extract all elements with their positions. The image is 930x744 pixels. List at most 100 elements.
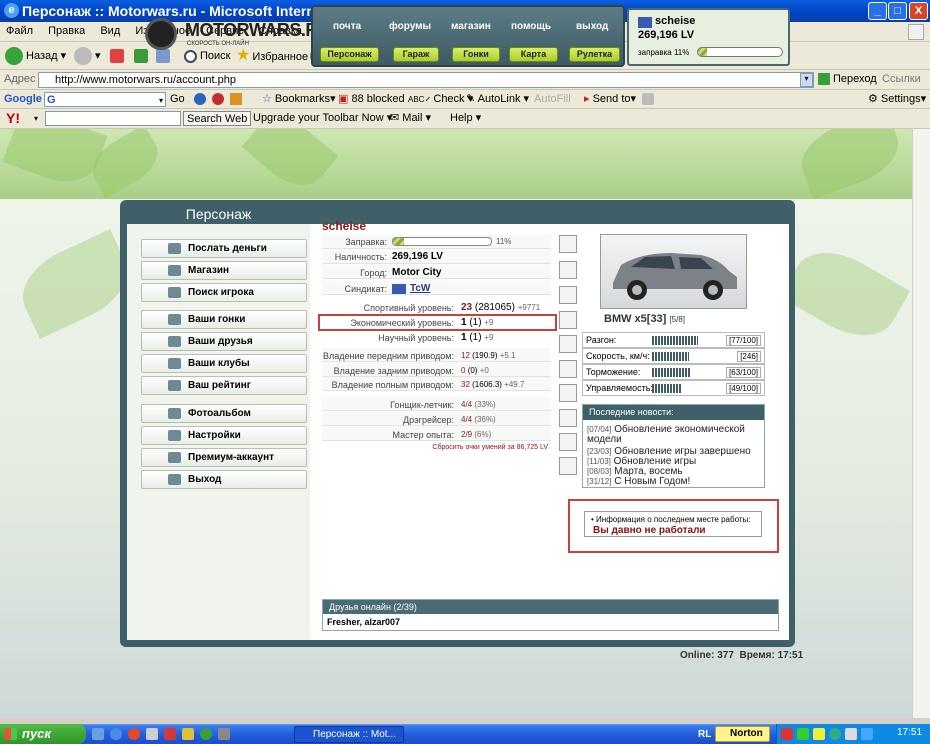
google-go-button[interactable]: Go xyxy=(170,92,185,107)
car-name[interactable]: BMW x5[33] [5/8] xyxy=(604,313,685,325)
sidebar-your-rating[interactable]: Ваш рейтинг xyxy=(141,376,307,395)
site-logo[interactable]: MOTORWARS.RU СКОРОСТЬ ОН-ЛАЙН xyxy=(145,14,331,54)
work-info-box: • Информация о последнем месте работы: В… xyxy=(584,511,762,537)
nav-shop[interactable]: магазин xyxy=(451,21,491,32)
volume-icon[interactable] xyxy=(845,728,857,740)
google-globe-icon[interactable] xyxy=(194,93,206,105)
maximize-button[interactable]: □ xyxy=(888,2,907,20)
page-scrollbar[interactable] xyxy=(912,129,930,718)
drag-pct: (36%) xyxy=(474,415,496,424)
sidebar-settings[interactable]: Настройки xyxy=(141,426,307,445)
tire-icon[interactable] xyxy=(559,261,577,279)
abc-check-icon: ABC✓ xyxy=(408,95,434,104)
links-label[interactable]: Ссылки xyxy=(882,73,921,85)
turbo-icon[interactable] xyxy=(559,360,577,378)
system-tray: 17:51 xyxy=(776,724,930,744)
sidebar-logout[interactable]: Выход xyxy=(141,470,307,489)
nav-logout[interactable]: выход xyxy=(576,21,608,32)
spray-icon[interactable] xyxy=(559,433,577,451)
bookmarks-button[interactable]: ☆ Bookmarks▾ xyxy=(262,92,335,107)
app-icon[interactable] xyxy=(164,728,176,740)
forward-button[interactable]: ▾ xyxy=(74,46,101,66)
google-highlight-icon[interactable] xyxy=(230,93,242,105)
front-drive-label: Владение передним приводом: xyxy=(323,351,454,361)
stop-button[interactable] xyxy=(110,46,127,66)
tab-garage[interactable]: Гараж xyxy=(393,47,439,62)
autofill-button[interactable]: AutoFill xyxy=(534,92,571,107)
friends-online-list[interactable]: Fresher, alzar007 xyxy=(327,617,400,627)
upgrade-toolbar-button[interactable]: Upgrade your Toolbar Now ▾ xyxy=(253,111,392,126)
nav-mail[interactable]: почта xyxy=(333,21,361,32)
tab-map[interactable]: Карта xyxy=(509,47,558,62)
sidebar-your-clubs[interactable]: Ваши клубы xyxy=(141,354,307,373)
exhaust-icon[interactable] xyxy=(559,286,577,304)
nav-forums[interactable]: форумы xyxy=(389,21,431,32)
opera-icon[interactable] xyxy=(128,728,140,740)
sidebar-player-search[interactable]: Поиск игрока xyxy=(141,283,307,302)
close-button[interactable]: X xyxy=(909,2,928,20)
sidebar-your-friends[interactable]: Ваши друзья xyxy=(141,332,307,351)
yahoo-search-input[interactable] xyxy=(45,111,181,126)
desktop-icon[interactable] xyxy=(92,728,104,740)
network-icon[interactable] xyxy=(861,728,873,740)
sidebar-photo-album[interactable]: Фотоальбом xyxy=(141,404,307,423)
windows-flag-icon xyxy=(5,728,17,740)
sidebar-your-races[interactable]: Ваши гонки xyxy=(141,310,307,329)
tab-roulette[interactable]: Рулетка xyxy=(569,47,620,62)
tray-icon[interactable] xyxy=(813,728,825,740)
tab-races[interactable]: Гонки xyxy=(452,47,500,62)
back-button[interactable]: Назад ▾ xyxy=(5,46,66,66)
google-search-input[interactable]: G ▾ xyxy=(44,92,166,107)
tray-icon[interactable] xyxy=(781,728,793,740)
empty-slot[interactable] xyxy=(559,457,577,475)
app-icon[interactable] xyxy=(146,728,158,740)
front-drive-plus: +5.1 xyxy=(499,351,516,360)
google-news-icon[interactable] xyxy=(212,93,224,105)
norton-label: Norton xyxy=(730,728,763,739)
autolink-button[interactable]: ✎ AutoLink ▾ xyxy=(466,92,529,107)
yahoo-search-button[interactable]: Search Web xyxy=(183,111,252,126)
sidebar-shop[interactable]: Магазин xyxy=(141,261,307,280)
app-icon[interactable] xyxy=(182,728,194,740)
yahoo-help-button[interactable]: Help ▾ xyxy=(450,111,481,126)
tab-character[interactable]: Персонаж xyxy=(320,47,379,62)
tray-icon[interactable] xyxy=(797,728,809,740)
google-settings-button[interactable]: ⚙ Settings▾ xyxy=(868,92,926,107)
news-item[interactable]: [31/12] С Новым Годом! xyxy=(587,477,690,487)
syndicate-link[interactable]: TcW xyxy=(410,283,430,294)
menu-file[interactable]: Файл xyxy=(0,22,39,40)
address-dropdown-icon[interactable]: ▾ xyxy=(800,73,813,87)
go-arrow-icon xyxy=(818,73,830,86)
icq-icon[interactable] xyxy=(200,728,212,740)
car-image[interactable] xyxy=(600,234,747,309)
menu-view[interactable]: Вид xyxy=(94,22,126,40)
news-item[interactable]: [07/04] Обновление экономической модели xyxy=(587,425,757,445)
nav-help[interactable]: помощь xyxy=(511,21,551,32)
language-indicator[interactable]: RL xyxy=(698,729,711,740)
sendto-button[interactable]: ▸ Send to▾ xyxy=(584,92,636,107)
gear-icon[interactable] xyxy=(559,335,577,353)
menu-edit[interactable]: Правка xyxy=(42,22,91,40)
sidebar-premium[interactable]: Премиум-аккаунт xyxy=(141,448,307,467)
app-icon[interactable] xyxy=(218,728,230,740)
address-input[interactable]: http://www.motorwars.ru/account.php xyxy=(38,72,814,88)
eraser-icon[interactable] xyxy=(642,93,654,105)
pipe-icon[interactable] xyxy=(559,311,577,329)
yahoo-dropdown-icon[interactable]: ▾ xyxy=(34,111,38,126)
ie-quick-icon[interactable] xyxy=(110,728,122,740)
filter-icon[interactable] xyxy=(559,384,577,402)
reset-skills-link[interactable]: Сбросить очки умений за 86,725 LV xyxy=(380,444,548,451)
sidebar-send-money[interactable]: Послать деньги xyxy=(141,239,307,258)
spellcheck-button[interactable]: ABC✓ Check ▾ xyxy=(408,92,473,107)
norton-button[interactable]: Norton xyxy=(715,726,770,742)
engine-icon[interactable] xyxy=(559,409,577,427)
yahoo-mail-button[interactable]: ✉ Mail ▾ xyxy=(390,111,431,126)
go-button[interactable]: Переход xyxy=(818,73,877,86)
popup-blocker-button[interactable]: ▣ 88 blocked xyxy=(338,92,405,107)
shock-absorber-icon[interactable] xyxy=(559,235,577,253)
stop-icon xyxy=(110,49,124,64)
minimize-button[interactable]: _ xyxy=(868,2,887,20)
tray-icon[interactable] xyxy=(829,728,841,740)
user-name[interactable]: scheise xyxy=(655,15,695,27)
taskbar-window-item[interactable]: Персонаж :: Mot... xyxy=(294,726,404,743)
